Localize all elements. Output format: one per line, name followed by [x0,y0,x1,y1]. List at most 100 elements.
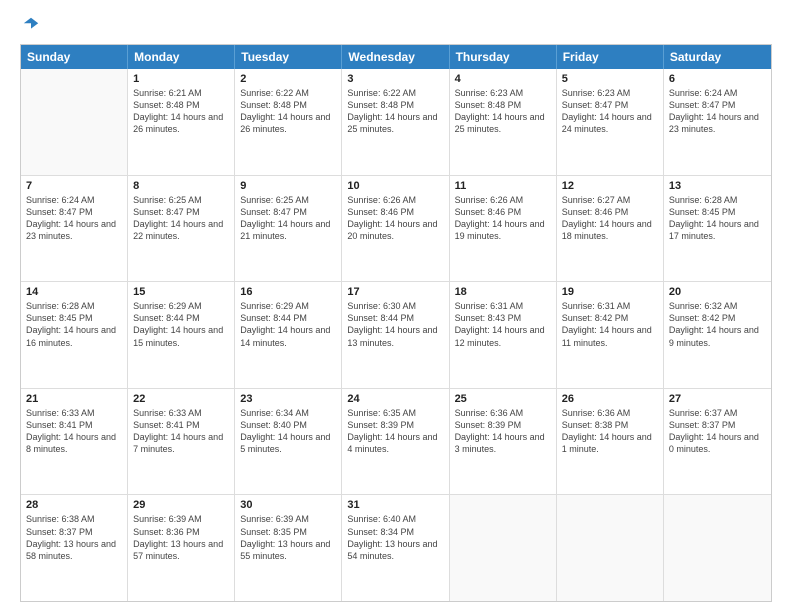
day-info: Sunrise: 6:22 AMSunset: 8:48 PMDaylight:… [240,87,336,136]
day-info: Sunrise: 6:28 AMSunset: 8:45 PMDaylight:… [26,300,122,349]
day-cell-25: 25 Sunrise: 6:36 AMSunset: 8:39 PMDayligh… [450,389,557,495]
day-info: Sunrise: 6:36 AMSunset: 8:38 PMDaylight:… [562,407,658,456]
day-cell-19: 19 Sunrise: 6:31 AMSunset: 8:42 PMDayligh… [557,282,664,388]
week-row-3: 14 Sunrise: 6:28 AMSunset: 8:45 PMDayligh… [21,282,771,389]
day-cell-13: 13 Sunrise: 6:28 AMSunset: 8:45 PMDayligh… [664,176,771,282]
day-info: Sunrise: 6:28 AMSunset: 8:45 PMDaylight:… [669,194,766,243]
calendar: SundayMondayTuesdayWednesdayThursdayFrid… [20,44,772,602]
day-info: Sunrise: 6:29 AMSunset: 8:44 PMDaylight:… [133,300,229,349]
week-row-5: 28 Sunrise: 6:38 AMSunset: 8:37 PMDayligh… [21,495,771,601]
day-cell-15: 15 Sunrise: 6:29 AMSunset: 8:44 PMDayligh… [128,282,235,388]
day-number: 25 [455,393,551,405]
day-cell-12: 12 Sunrise: 6:27 AMSunset: 8:46 PMDayligh… [557,176,664,282]
day-cell-16: 16Sunrise: 6:29 AMSunset: 8:44 PMDayligh… [235,282,342,388]
day-info: Sunrise: 6:33 AMSunset: 8:41 PMDaylight:… [26,407,122,456]
day-number: 11 [455,180,551,192]
empty-cell [21,69,128,175]
day-number: 19 [562,286,658,298]
day-number: 7 [26,180,122,192]
day-info: Sunrise: 6:24 AMSunset: 8:47 PMDaylight:… [669,87,766,136]
empty-cell [664,495,771,601]
day-info: Sunrise: 6:25 AMSunset: 8:47 PMDaylight:… [240,194,336,243]
day-number: 27 [669,393,766,405]
day-number: 2 [240,73,336,85]
day-info: Sunrise: 6:25 AMSunset: 8:47 PMDaylight:… [133,194,229,243]
day-number: 14 [26,286,122,298]
day-header-thursday: Thursday [450,45,557,69]
day-info: Sunrise: 6:39 AMSunset: 8:35 PMDaylight:… [240,513,336,562]
day-number: 12 [562,180,658,192]
day-header-saturday: Saturday [664,45,771,69]
day-info: Sunrise: 6:36 AMSunset: 8:39 PMDaylight:… [455,407,551,456]
day-info: Sunrise: 6:31 AMSunset: 8:42 PMDaylight:… [562,300,658,349]
day-info: Sunrise: 6:26 AMSunset: 8:46 PMDaylight:… [455,194,551,243]
day-cell-31: 31Sunrise: 6:40 AMSunset: 8:34 PMDayligh… [342,495,449,601]
day-info: Sunrise: 6:33 AMSunset: 8:41 PMDaylight:… [133,407,229,456]
day-cell-1: 1Sunrise: 6:21 AMSunset: 8:48 PMDaylight… [128,69,235,175]
day-cell-2: 2 Sunrise: 6:22 AMSunset: 8:48 PMDaylight… [235,69,342,175]
day-cell-17: 17 Sunrise: 6:30 AMSunset: 8:44 PMDayligh… [342,282,449,388]
day-number: 18 [455,286,551,298]
week-row-2: 7Sunrise: 6:24 AMSunset: 8:47 PMDaylight… [21,176,771,283]
day-number: 20 [669,286,766,298]
day-cell-11: 11 Sunrise: 6:26 AMSunset: 8:46 PMDayligh… [450,176,557,282]
day-number: 15 [133,286,229,298]
empty-cell [450,495,557,601]
day-cell-29: 29 Sunrise: 6:39 AMSunset: 8:36 PMDayligh… [128,495,235,601]
day-info: Sunrise: 6:37 AMSunset: 8:37 PMDaylight:… [669,407,766,456]
calendar-header-row: SundayMondayTuesdayWednesdayThursdayFrid… [21,45,771,69]
day-info: Sunrise: 6:35 AMSunset: 8:39 PMDaylight:… [347,407,443,456]
day-number: 28 [26,499,122,511]
day-cell-7: 7Sunrise: 6:24 AMSunset: 8:47 PMDaylight… [21,176,128,282]
day-number: 13 [669,180,766,192]
day-cell-3: 3 Sunrise: 6:22 AMSunset: 8:48 PMDaylight… [342,69,449,175]
day-cell-4: 4Sunrise: 6:23 AMSunset: 8:48 PMDaylight… [450,69,557,175]
day-cell-26: 26 Sunrise: 6:36 AMSunset: 8:38 PMDayligh… [557,389,664,495]
day-number: 1 [133,73,229,85]
day-cell-27: 27 Sunrise: 6:37 AMSunset: 8:37 PMDayligh… [664,389,771,495]
day-cell-22: 22 Sunrise: 6:33 AMSunset: 8:41 PMDayligh… [128,389,235,495]
day-number: 8 [133,180,229,192]
day-number: 3 [347,73,443,85]
day-cell-21: 21Sunrise: 6:33 AMSunset: 8:41 PMDayligh… [21,389,128,495]
day-number: 5 [562,73,658,85]
day-header-friday: Friday [557,45,664,69]
day-number: 6 [669,73,766,85]
day-number: 17 [347,286,443,298]
day-cell-28: 28 Sunrise: 6:38 AMSunset: 8:37 PMDayligh… [21,495,128,601]
day-info: Sunrise: 6:27 AMSunset: 8:46 PMDaylight:… [562,194,658,243]
day-cell-10: 10 Sunrise: 6:26 AMSunset: 8:46 PMDayligh… [342,176,449,282]
logo [20,16,40,34]
day-number: 24 [347,393,443,405]
day-number: 29 [133,499,229,511]
day-cell-8: 8 Sunrise: 6:25 AMSunset: 8:47 PMDaylight… [128,176,235,282]
day-info: Sunrise: 6:34 AMSunset: 8:40 PMDaylight:… [240,407,336,456]
day-cell-30: 30Sunrise: 6:39 AMSunset: 8:35 PMDayligh… [235,495,342,601]
empty-cell [557,495,664,601]
day-cell-9: 9Sunrise: 6:25 AMSunset: 8:47 PMDaylight… [235,176,342,282]
day-cell-5: 5Sunrise: 6:23 AMSunset: 8:47 PMDaylight… [557,69,664,175]
day-header-tuesday: Tuesday [235,45,342,69]
day-info: Sunrise: 6:38 AMSunset: 8:37 PMDaylight:… [26,513,122,562]
day-cell-14: 14 Sunrise: 6:28 AMSunset: 8:45 PMDayligh… [21,282,128,388]
day-info: Sunrise: 6:39 AMSunset: 8:36 PMDaylight:… [133,513,229,562]
day-number: 22 [133,393,229,405]
day-info: Sunrise: 6:32 AMSunset: 8:42 PMDaylight:… [669,300,766,349]
day-number: 26 [562,393,658,405]
calendar-body: 1Sunrise: 6:21 AMSunset: 8:48 PMDaylight… [21,69,771,601]
day-info: Sunrise: 6:22 AMSunset: 8:48 PMDaylight:… [347,87,443,136]
day-number: 31 [347,499,443,511]
day-info: Sunrise: 6:31 AMSunset: 8:43 PMDaylight:… [455,300,551,349]
day-cell-20: 20 Sunrise: 6:32 AMSunset: 8:42 PMDayligh… [664,282,771,388]
day-header-sunday: Sunday [21,45,128,69]
day-info: Sunrise: 6:29 AMSunset: 8:44 PMDaylight:… [240,300,336,349]
day-number: 4 [455,73,551,85]
day-cell-23: 23 Sunrise: 6:34 AMSunset: 8:40 PMDayligh… [235,389,342,495]
day-info: Sunrise: 6:26 AMSunset: 8:46 PMDaylight:… [347,194,443,243]
day-number: 10 [347,180,443,192]
calendar-page: SundayMondayTuesdayWednesdayThursdayFrid… [0,0,792,612]
day-info: Sunrise: 6:30 AMSunset: 8:44 PMDaylight:… [347,300,443,349]
day-header-monday: Monday [128,45,235,69]
day-number: 23 [240,393,336,405]
day-cell-18: 18 Sunrise: 6:31 AMSunset: 8:43 PMDayligh… [450,282,557,388]
